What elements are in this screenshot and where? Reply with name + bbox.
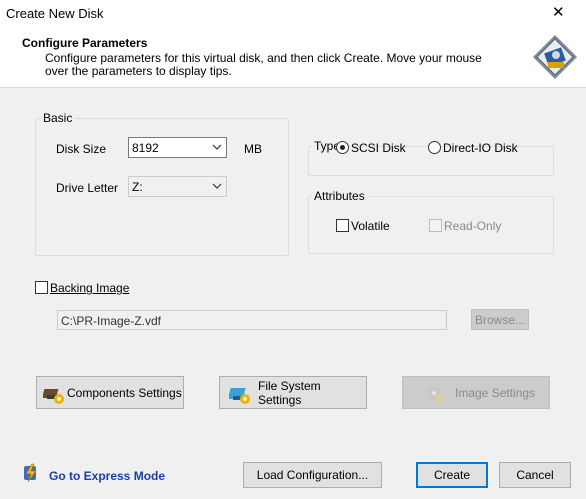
create-button[interactable]: Create [416, 462, 488, 488]
disk-size-label: Disk Size [56, 142, 107, 156]
dialog-header: Configure Parameters Configure parameter… [0, 30, 586, 88]
header-description: Configure parameters for this virtual di… [45, 51, 482, 78]
window-title: Create New Disk [6, 6, 104, 21]
attributes-legend: Attributes [312, 189, 367, 203]
backing-image-path-field[interactable]: C:\PR-Image-Z.vdf [57, 310, 447, 330]
components-settings-label: Components Settings [67, 385, 182, 400]
file-system-settings-label: File System Settings [258, 378, 321, 407]
file-system-settings-button[interactable]: File System Settings [219, 376, 367, 409]
disk-size-unit: MB [244, 142, 262, 156]
image-settings-button[interactable]: Image Settings [402, 376, 550, 409]
image-settings-label: Image Settings [455, 385, 536, 400]
drive-letter-combo[interactable]: Z: [128, 176, 227, 197]
close-icon[interactable]: ✕ [552, 3, 565, 21]
express-mode-lightning-icon[interactable] [22, 463, 40, 483]
volatile-label[interactable]: Volatile [351, 219, 390, 233]
backing-image-label[interactable]: Backing Image [50, 281, 129, 295]
create-button-label: Create [433, 468, 471, 482]
title-bar: Create New Disk ✕ [0, 0, 586, 30]
express-mode-link[interactable]: Go to Express Mode [49, 469, 165, 483]
chevron-down-icon [212, 144, 222, 150]
read-only-checkbox[interactable] [429, 219, 442, 232]
header-title: Configure Parameters [22, 36, 148, 50]
direct-io-disk-label[interactable]: Direct-IO Disk [443, 141, 518, 155]
chevron-down-icon [212, 183, 222, 189]
read-only-label: Read-Only [444, 219, 502, 233]
drive-letter-label: Drive Letter [56, 181, 119, 195]
disk-size-combo[interactable]: 8192 [128, 137, 227, 158]
browse-button[interactable]: Browse... [471, 309, 529, 330]
scsi-disk-label[interactable]: SCSI Disk [351, 141, 406, 155]
cancel-button-label: Cancel [516, 468, 554, 482]
browse-button-label: Browse... [474, 312, 525, 327]
basic-legend: Basic [41, 111, 75, 125]
drive-letter-value: Z: [132, 180, 143, 194]
virtual-disk-logo-icon [533, 35, 577, 79]
disk-size-value: 8192 [132, 141, 159, 155]
direct-io-disk-radio[interactable] [428, 141, 441, 154]
backing-image-path: C:\PR-Image-Z.vdf [61, 314, 162, 328]
load-configuration-button[interactable]: Load Configuration... [243, 462, 382, 488]
volatile-checkbox[interactable] [336, 219, 349, 232]
components-settings-button[interactable]: Components Settings [36, 376, 184, 409]
radio-selected-dot [340, 145, 345, 150]
load-configuration-label: Load Configuration... [256, 468, 369, 482]
scsi-disk-radio[interactable] [336, 141, 349, 154]
backing-image-checkbox[interactable] [35, 281, 48, 294]
cancel-button[interactable]: Cancel [499, 462, 571, 488]
